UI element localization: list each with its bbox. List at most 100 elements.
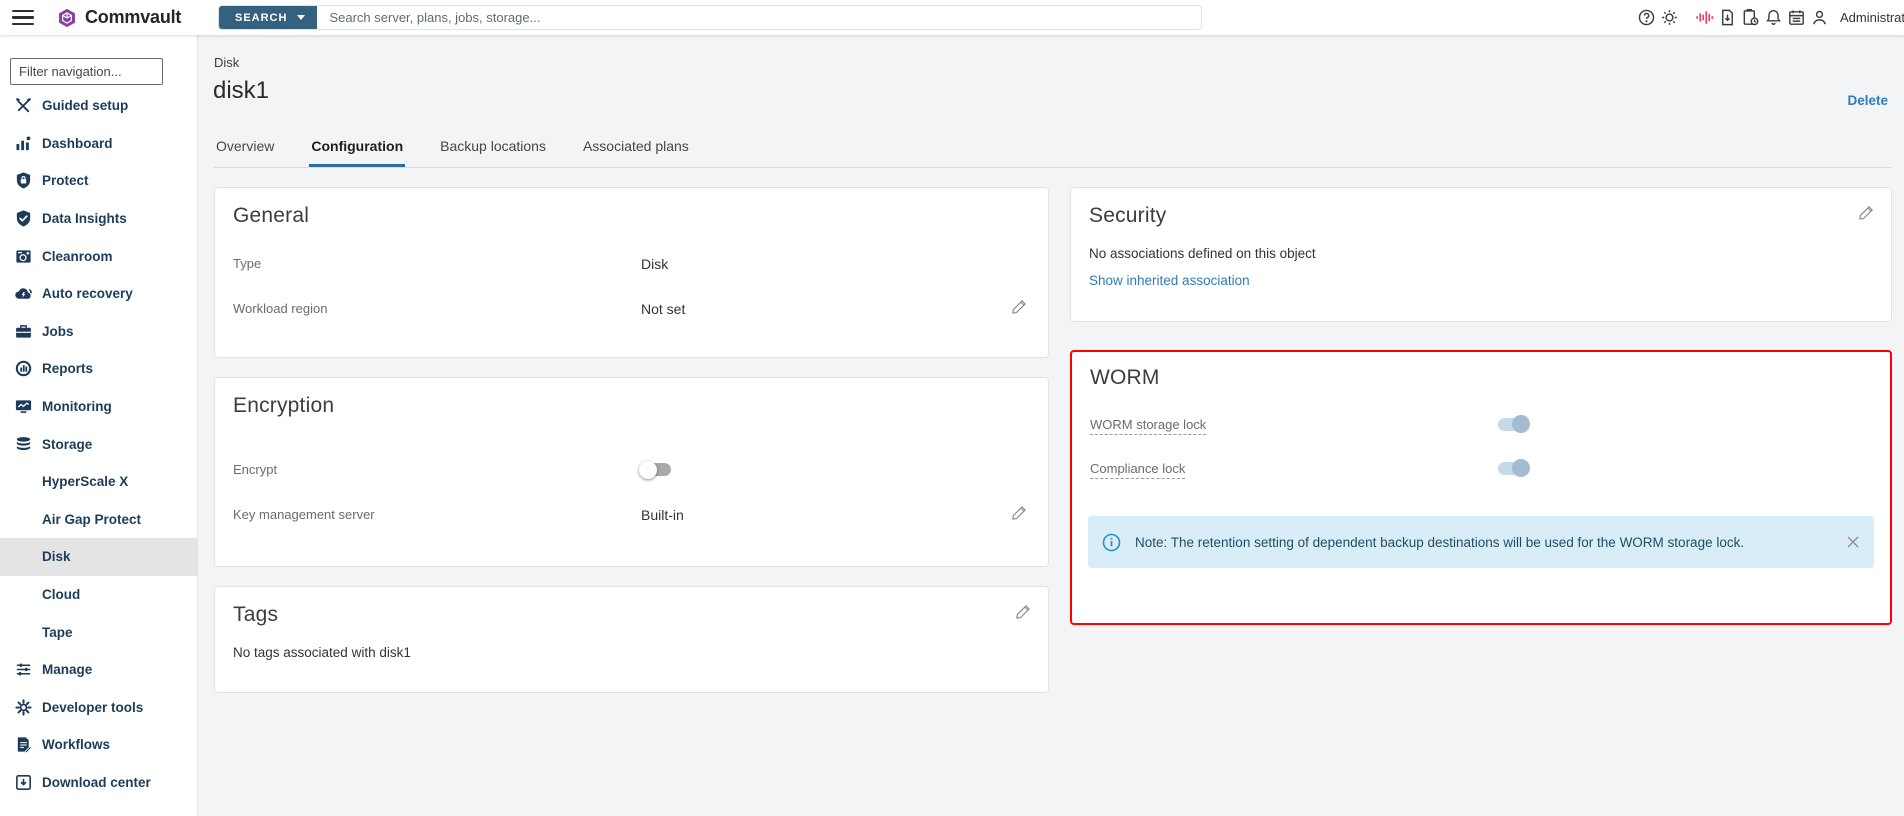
sidebar-item-label: Dashboard [42, 136, 113, 151]
sidebar-item-label: Data Insights [42, 211, 127, 226]
sidebar-item-auto-recovery[interactable]: Auto recovery [0, 275, 197, 313]
security-card-title: Security [1089, 204, 1838, 228]
sidebar-item-cloud[interactable]: Cloud [0, 576, 197, 614]
edit-icon[interactable] [1858, 204, 1875, 226]
sidebar-item-guided-setup[interactable]: Guided setup [0, 87, 197, 125]
theme-toggle-icon[interactable] [1659, 7, 1680, 28]
encryption-card-title: Encryption [233, 394, 1028, 418]
user-icon[interactable] [1809, 7, 1830, 28]
sidebar-item-label: Monitoring [42, 399, 112, 414]
general-card-title: General [233, 204, 1028, 228]
key-management-server-row: Key management server Built-in [215, 492, 1048, 537]
filter-navigation-input[interactable] [10, 58, 163, 85]
report-download-icon[interactable] [1717, 7, 1738, 28]
sidebar-item-label: Download center [42, 775, 151, 790]
global-search: SEARCH [218, 5, 1202, 30]
workload-region-label: Workload region [233, 301, 641, 316]
sidebar-item-download-center[interactable]: Download center [0, 764, 197, 802]
page-title: disk1 [213, 77, 269, 105]
sidebar-item-label: Air Gap Protect [42, 512, 141, 527]
type-label: Type [233, 256, 641, 271]
sidebar-item-jobs[interactable]: Jobs [0, 313, 197, 351]
events-icon[interactable] [1786, 7, 1807, 28]
close-icon[interactable] [1846, 535, 1860, 549]
encrypt-label: Encrypt [233, 462, 641, 477]
commvault-hexagon-icon [56, 7, 78, 29]
compliance-lock-toggle[interactable] [1498, 462, 1528, 475]
key-management-server-label: Key management server [233, 507, 641, 522]
sidebar-item-label: Workflows [42, 737, 110, 752]
current-user-name[interactable]: Administrator [1840, 10, 1904, 25]
worm-note-text: Note: The retention setting of dependent… [1135, 535, 1744, 550]
tab-configuration[interactable]: Configuration [309, 138, 405, 167]
brand-text: Commvault [85, 7, 181, 28]
worm-card: WORM WORM storage lock Compliance lock N… [1070, 350, 1892, 625]
search-input[interactable] [317, 6, 1201, 29]
dashboard-icon [14, 133, 34, 153]
sidebar-item-manage[interactable]: Manage [0, 651, 197, 689]
sidebar-item-disk[interactable]: Disk [0, 538, 197, 576]
sidebar-item-label: Reports [42, 361, 93, 376]
sidebar-item-monitoring[interactable]: Monitoring [0, 388, 197, 426]
type-value: Disk [641, 256, 668, 272]
sidebar-item-data-insights[interactable]: Data Insights [0, 200, 197, 238]
general-card: General Type Disk Workload region Not se… [214, 187, 1049, 358]
alerts-bell-icon[interactable] [1763, 7, 1784, 28]
show-inherited-association-link[interactable]: Show inherited association [1089, 273, 1250, 288]
encrypt-toggle[interactable] [641, 463, 671, 476]
worm-storage-lock-label: WORM storage lock [1090, 417, 1206, 435]
security-empty-text: No associations defined on this object [1089, 246, 1871, 261]
tags-card-title: Tags [233, 603, 995, 627]
search-button-label: SEARCH [235, 12, 287, 24]
help-icon[interactable] [1636, 7, 1657, 28]
tab-associated-plans[interactable]: Associated plans [581, 138, 691, 167]
download-icon [14, 772, 34, 792]
sidebar-nav: Guided setup Dashboard Protect Data Insi… [0, 35, 198, 816]
edit-icon[interactable] [1015, 603, 1032, 625]
job-summary-icon[interactable] [1740, 7, 1761, 28]
edit-icon[interactable] [1011, 298, 1028, 320]
sidebar-item-dashboard[interactable]: Dashboard [0, 125, 197, 163]
worm-storage-lock-toggle[interactable] [1498, 418, 1528, 431]
sidebar-item-workflows[interactable]: Workflows [0, 726, 197, 764]
shield-check-icon [14, 209, 34, 229]
edit-icon[interactable] [1011, 504, 1028, 526]
sliders-icon [14, 660, 34, 680]
sidebar-item-storage[interactable]: Storage [0, 425, 197, 463]
workflow-icon [14, 735, 34, 755]
monitor-icon [14, 397, 34, 417]
tools-icon [14, 96, 34, 116]
compliance-lock-label: Compliance lock [1090, 461, 1185, 479]
sidebar-item-label: Jobs [42, 324, 74, 339]
sidebar-item-reports[interactable]: Reports [0, 350, 197, 388]
breadcrumb[interactable]: Disk [214, 55, 239, 70]
main-content: Disk disk1 Delete Overview Configuration… [198, 35, 1904, 816]
tags-card: Tags No tags associated with disk1 [214, 586, 1049, 693]
sidebar-item-label: Cloud [42, 587, 80, 602]
database-icon [14, 434, 34, 454]
gear-icon [14, 697, 34, 717]
tags-empty-text: No tags associated with disk1 [233, 645, 1028, 660]
search-scope-button[interactable]: SEARCH [219, 6, 317, 29]
worm-storage-lock-row: WORM storage lock [1072, 402, 1890, 446]
encrypt-row: Encrypt [215, 447, 1048, 492]
sidebar-item-label: Protect [42, 173, 89, 188]
tab-overview[interactable]: Overview [214, 138, 276, 167]
general-workload-region-row: Workload region Not set [215, 286, 1048, 331]
sidebar-item-label: Disk [42, 549, 71, 564]
metrics-icon[interactable] [1694, 7, 1715, 28]
tab-backup-locations[interactable]: Backup locations [438, 138, 548, 167]
sidebar-item-label: Auto recovery [42, 286, 133, 301]
delete-button[interactable]: Delete [1847, 93, 1888, 108]
hamburger-menu-icon[interactable] [12, 10, 34, 26]
commvault-logo[interactable]: Commvault [56, 7, 181, 29]
sidebar-item-cleanroom[interactable]: Cleanroom [0, 237, 197, 275]
cleanroom-icon [14, 246, 34, 266]
sidebar-item-protect[interactable]: Protect [0, 162, 197, 200]
sidebar-item-label: HyperScale X [42, 474, 128, 489]
sidebar-item-tape[interactable]: Tape [0, 613, 197, 651]
sidebar-item-air-gap-protect[interactable]: Air Gap Protect [0, 501, 197, 539]
sidebar-item-hyperscale-x[interactable]: HyperScale X [0, 463, 197, 501]
sidebar-item-developer-tools[interactable]: Developer tools [0, 689, 197, 727]
sidebar-item-label: Developer tools [42, 700, 143, 715]
